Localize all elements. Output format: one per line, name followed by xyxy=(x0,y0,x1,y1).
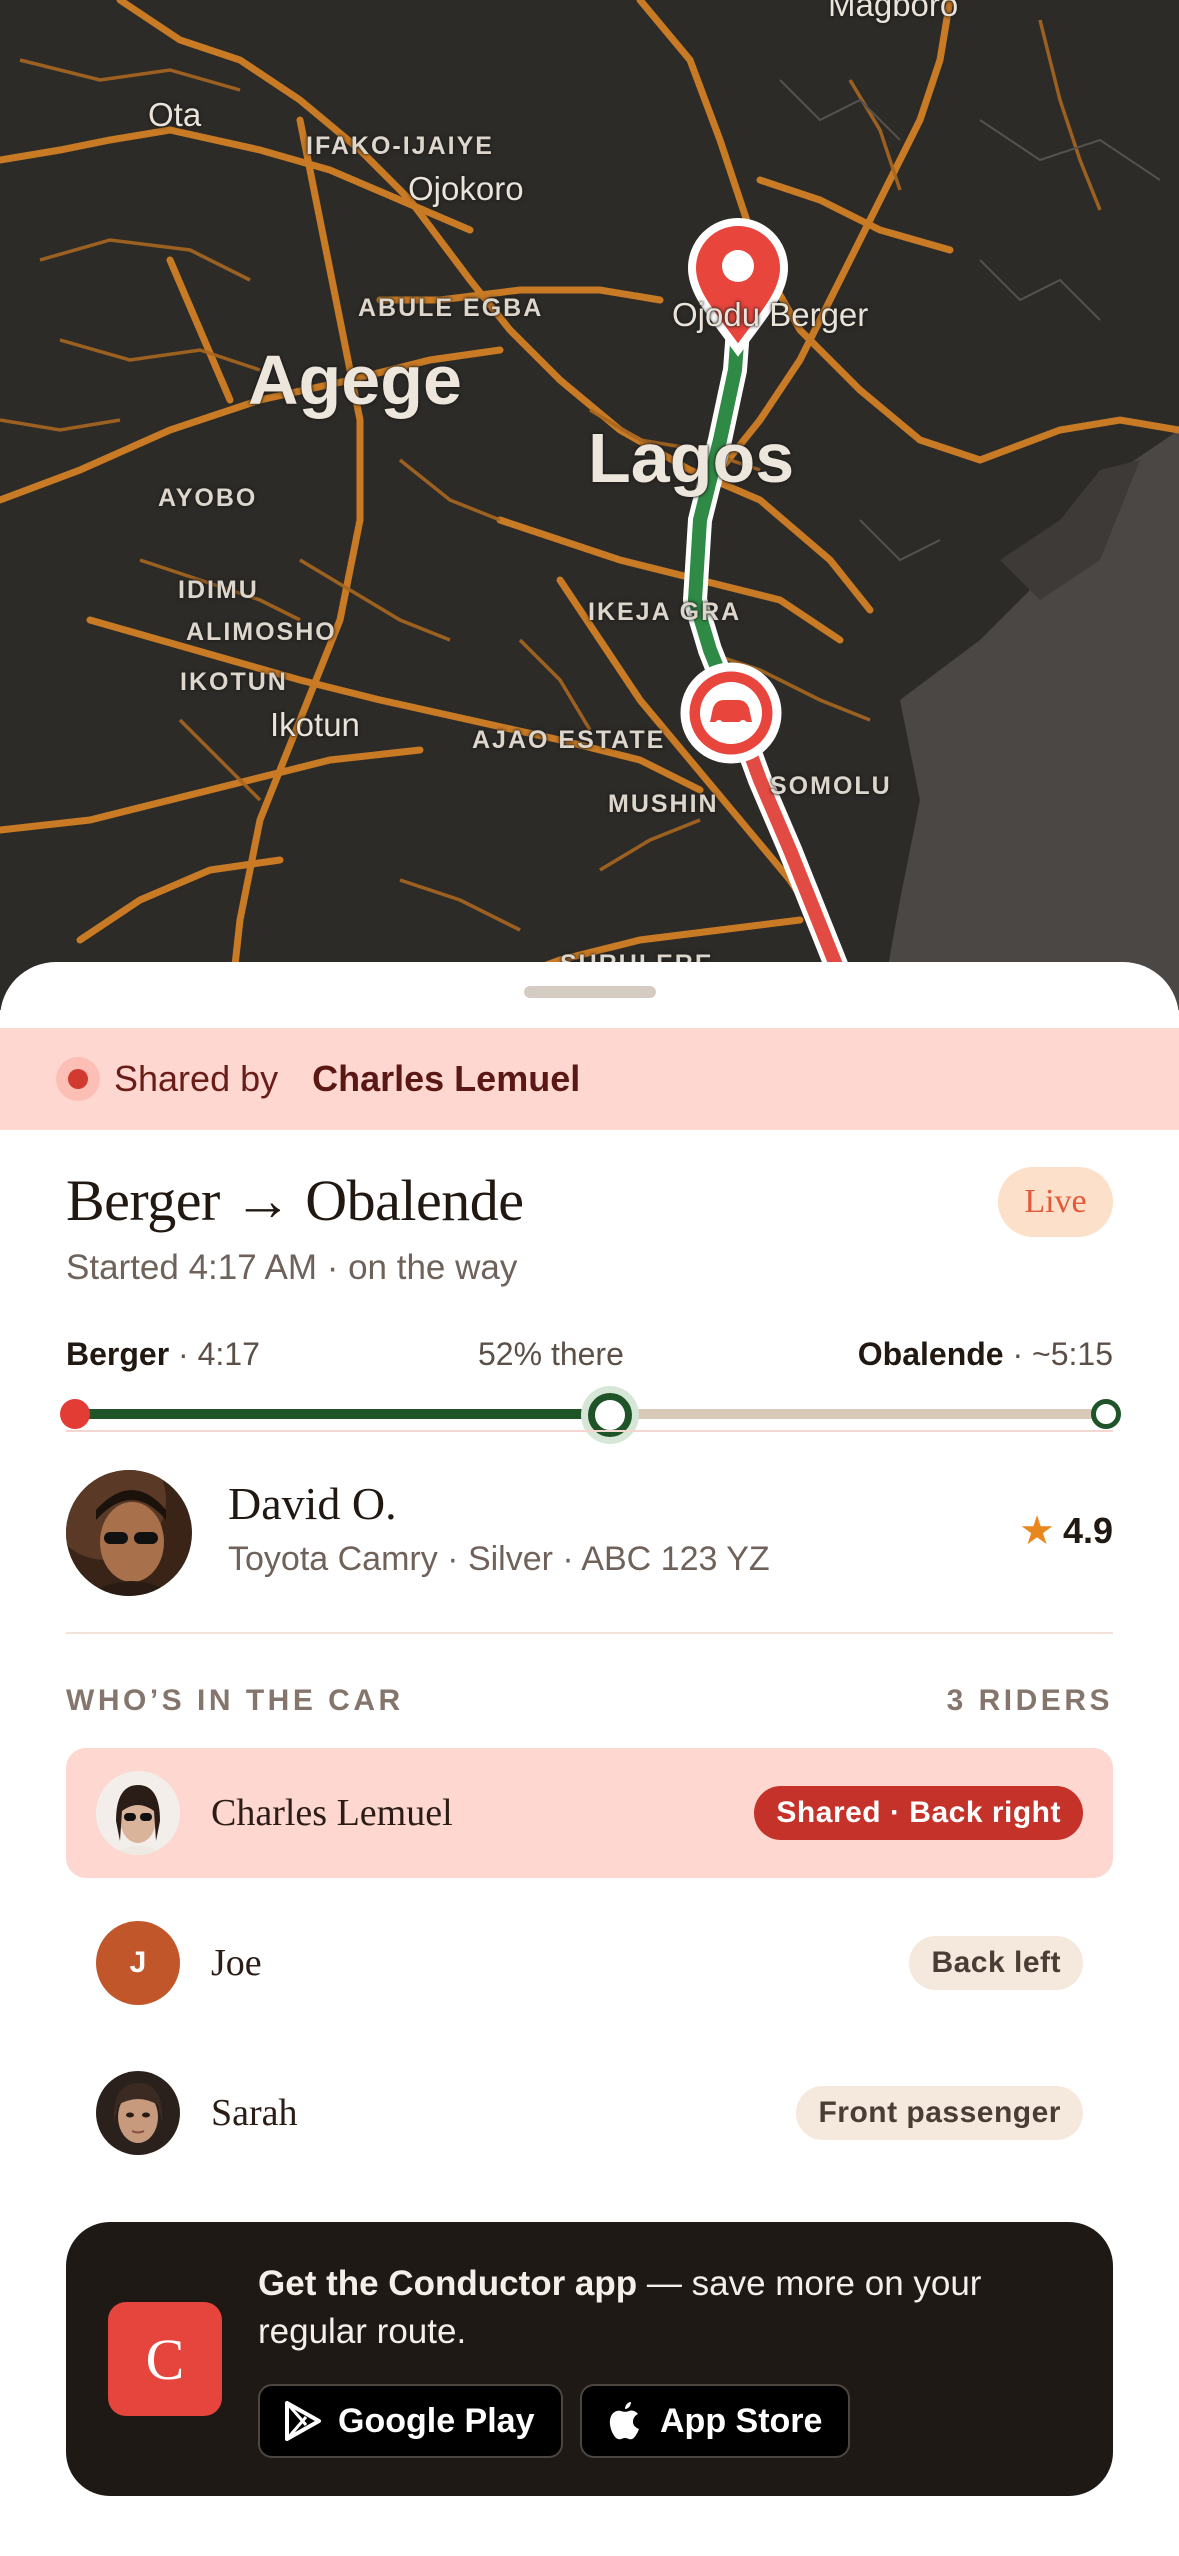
rider-name: Charles Lemuel xyxy=(211,1792,453,1834)
seat-badge: Front passenger xyxy=(796,2086,1083,2140)
map-label-ojokoro: Ojokoro xyxy=(408,170,524,207)
promo-text: Get the Conductor app — save more on you… xyxy=(258,2260,1058,2356)
map-label-mushin: MUSHIN xyxy=(608,790,719,818)
destination-name: Obalende xyxy=(857,1336,1004,1372)
live-badge: Live xyxy=(998,1167,1113,1237)
map-label-ota: Ota xyxy=(148,96,202,133)
map-label-ikotun-caps: IKOTUN xyxy=(180,668,288,696)
rider-row[interactable]: J Joe Back left xyxy=(66,1898,1113,2028)
star-icon: ★ xyxy=(1019,1509,1055,1553)
rider-avatar xyxy=(96,1771,180,1855)
origin-name: Berger xyxy=(66,1336,170,1372)
rider-initial-avatar: J xyxy=(96,1921,180,2005)
map-label-agege: Agege xyxy=(248,341,462,419)
apple-icon xyxy=(604,2400,646,2442)
driver-name: David O. xyxy=(228,1478,397,1529)
origin-marker xyxy=(60,1399,90,1429)
rating-value: 4.9 xyxy=(1062,1510,1113,1551)
map-label-abule: ABULE EGBA xyxy=(358,294,544,322)
trip-subtitle: Started 4:17 AM · on the way xyxy=(66,1248,518,1287)
rider-name: Joe xyxy=(211,1942,262,1984)
progress-destination: Obalende · ~5:15 xyxy=(858,1336,1113,1373)
app-promo-card: C Get the Conductor app — save more on y… xyxy=(66,2222,1113,2496)
section-divider xyxy=(66,1632,1113,1634)
app-store-button[interactable]: App Store xyxy=(580,2384,851,2458)
app-store-label: App Store xyxy=(660,2401,823,2440)
riders-heading: WHO’S IN THE CAR xyxy=(66,1684,404,1717)
google-play-button[interactable]: Google Play xyxy=(258,2384,563,2458)
destination-marker xyxy=(1091,1399,1121,1429)
map-label-ajao: AJAO ESTATE xyxy=(472,726,666,754)
progress-fill xyxy=(66,1409,611,1419)
driver-vehicle: Toyota Camry · Silver · ABC 123 YZ xyxy=(228,1540,770,1578)
driver-avatar xyxy=(66,1470,192,1596)
sheet-drag-handle[interactable] xyxy=(524,986,656,998)
rider-row[interactable]: Charles Lemuel Shared · Back right xyxy=(66,1748,1113,1878)
map-label-ayobo: AYOBO xyxy=(158,484,258,512)
map-label-ifako: IFAKO-IJAIYE xyxy=(306,132,494,160)
live-dot-icon xyxy=(56,1057,100,1101)
map-label-ikeja: IKEJA GRA xyxy=(588,598,742,626)
map-label-alimosho: ALIMOSHO xyxy=(186,618,337,646)
map-label-ikotun: Ikotun xyxy=(270,706,360,743)
shared-label: Shared by xyxy=(114,1058,279,1099)
seat-badge: Back left xyxy=(909,1936,1083,1990)
shared-banner: Shared by Charles Lemuel xyxy=(0,1028,1179,1130)
trip-map[interactable]: Magboro Ota IFAKO-IJAIYE Ojokoro ABULE E… xyxy=(0,0,1179,1010)
progress-origin: Berger · 4:17 xyxy=(66,1336,260,1373)
destination-time: · ~5:15 xyxy=(1012,1336,1113,1372)
rider-avatar xyxy=(96,2071,180,2155)
rider-row[interactable]: Sarah Front passenger xyxy=(66,2048,1113,2178)
map-label-somolu: SOMOLU xyxy=(770,772,892,800)
rider-name: Sarah xyxy=(211,2092,298,2134)
progress-knob xyxy=(581,1386,640,1444)
origin-time: · 4:17 xyxy=(178,1336,260,1372)
seat-badge: Shared · Back right xyxy=(754,1786,1083,1840)
trip-title: Berger → Obalende xyxy=(66,1168,524,1233)
map-label-ojodu: Ojodu Berger xyxy=(672,296,869,333)
google-play-icon xyxy=(282,2400,324,2442)
progress-underline xyxy=(66,1430,1113,1432)
trip-sheet: Shared by Charles Lemuel Berger → Obalen… xyxy=(0,962,1179,2556)
map-label-idimu: IDIMU xyxy=(178,576,259,604)
driver-rating: ★ 4.9 xyxy=(1019,1508,1113,1554)
shared-by-name: Charles Lemuel xyxy=(312,1058,581,1099)
conductor-logo-icon: C xyxy=(108,2302,222,2416)
progress-percent-label: 52% there xyxy=(478,1336,624,1372)
map-label-magboro: Magboro xyxy=(828,0,959,23)
promo-headline: Get the Conductor app xyxy=(258,2264,638,2303)
car-marker-icon xyxy=(680,662,782,764)
google-play-label: Google Play xyxy=(338,2401,535,2440)
map-label-lagos: Lagos xyxy=(588,419,795,497)
riders-count: 3 RIDERS xyxy=(946,1684,1113,1717)
